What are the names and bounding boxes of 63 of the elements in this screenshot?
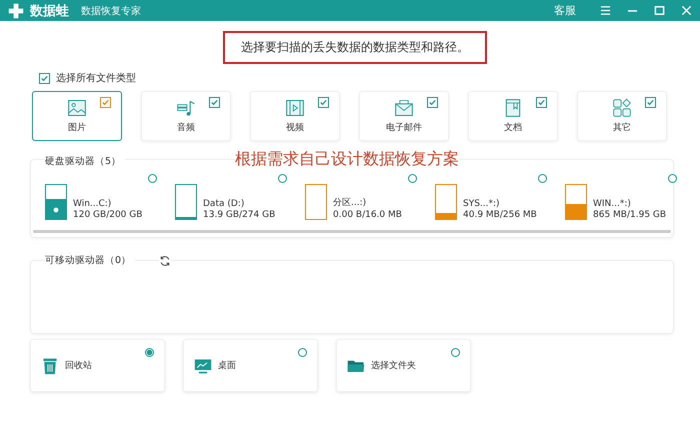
file-type-checkbox[interactable] xyxy=(100,97,111,108)
file-type-checkbox[interactable] xyxy=(645,97,656,108)
drive-radio[interactable] xyxy=(148,174,157,183)
select-all-checkbox[interactable] xyxy=(39,72,50,84)
location-radio[interactable] xyxy=(145,348,154,357)
drive-name: Win...C:) xyxy=(73,199,112,209)
document-icon xyxy=(503,98,523,118)
file-type-checkbox[interactable] xyxy=(318,97,329,108)
drive-radio[interactable] xyxy=(668,174,677,183)
file-type-checkbox[interactable] xyxy=(209,97,220,108)
drive-radio[interactable] xyxy=(408,174,417,183)
envelope-icon xyxy=(394,98,414,118)
file-type-label: 图片 xyxy=(68,122,86,134)
section-title: 可移动驱动器（0） xyxy=(45,254,136,267)
location-radio[interactable] xyxy=(451,348,460,357)
file-type-label: 其它 xyxy=(613,122,631,134)
file-type-checkbox[interactable] xyxy=(427,97,438,108)
file-type-card[interactable]: 音频 xyxy=(141,91,231,141)
app-subtitle: 数据恢复专家 xyxy=(81,4,141,18)
monitor-icon xyxy=(194,356,212,374)
drive-usage-text: 13.9 GB/274 GB xyxy=(203,210,276,220)
drive-radio[interactable] xyxy=(538,174,547,183)
file-type-label: 音频 xyxy=(177,122,195,134)
file-type-card[interactable]: 电子邮件 xyxy=(359,91,449,141)
file-type-checkbox[interactable] xyxy=(536,97,547,108)
file-type-card[interactable]: 其它 xyxy=(577,91,667,141)
trash-icon xyxy=(41,356,59,374)
drive-usage-text: 0.00 B/16.0 MB xyxy=(333,210,402,220)
location-label: 桌面 xyxy=(218,360,236,372)
section-title: 硬盘驱动器（5） xyxy=(45,155,126,168)
file-type-label: 视频 xyxy=(286,122,304,134)
grid-icon xyxy=(612,98,632,118)
drive-name: Data (D:) xyxy=(203,199,246,209)
menu-icon[interactable] xyxy=(600,5,611,16)
drive-usage-text: 865 MB/1.95 GB xyxy=(593,210,666,220)
drive-name: 分区...:) xyxy=(333,196,368,209)
file-type-label: 文档 xyxy=(504,122,522,134)
drive-usage-text: 40.9 MB/256 MB xyxy=(463,210,537,220)
maximize-icon[interactable] xyxy=(654,5,665,16)
location-card[interactable]: 选择文件夹 xyxy=(336,339,471,392)
location-label: 回收站 xyxy=(65,360,92,372)
music-note-icon xyxy=(176,98,196,118)
close-icon[interactable] xyxy=(681,5,692,16)
select-all-label: 选择所有文件类型 xyxy=(56,72,136,85)
drive-usage-text: 120 GB/200 GB xyxy=(73,210,142,220)
app-name: 数据蛙 xyxy=(30,2,69,20)
file-type-card[interactable]: 图片 xyxy=(32,91,122,141)
drive-radio[interactable] xyxy=(278,174,287,183)
file-type-card[interactable]: 视频 xyxy=(250,91,340,141)
drive-name: SYS...*:) xyxy=(463,199,501,209)
location-radio[interactable] xyxy=(298,348,307,357)
refresh-icon[interactable] xyxy=(159,254,172,266)
file-type-label: 电子邮件 xyxy=(386,122,422,134)
location-card[interactable]: 回收站 xyxy=(30,339,165,392)
file-type-card[interactable]: 文档 xyxy=(468,91,558,141)
location-label: 选择文件夹 xyxy=(371,360,416,372)
instruction-text: 选择要扫描的丢失数据的数据类型和路径。 xyxy=(223,31,487,64)
image-icon xyxy=(67,98,87,118)
horizontal-scrollbar[interactable] xyxy=(33,230,671,233)
drive-name: WIN...*:) xyxy=(593,199,632,209)
cross-logo-icon xyxy=(8,2,24,18)
location-card[interactable]: 桌面 xyxy=(183,339,318,392)
film-icon xyxy=(285,98,305,118)
